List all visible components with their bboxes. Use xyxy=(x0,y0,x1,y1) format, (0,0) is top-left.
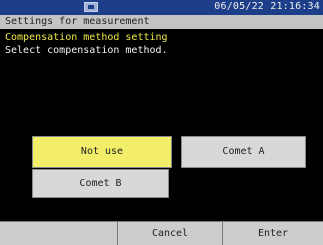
status-bar: 06/05/22 21:16:34 xyxy=(0,0,323,15)
title-bar: Settings for measurement xyxy=(0,15,323,29)
softkey-blank[interactable] xyxy=(0,222,118,245)
instruction-text: Select compensation method. xyxy=(5,45,168,56)
datetime-display: 06/05/22 21:16:34 xyxy=(214,1,320,12)
option-comet-a-button[interactable]: Comet A xyxy=(181,136,306,168)
instruction-panel: Compensation method setting Select compe… xyxy=(5,31,168,57)
cancel-button[interactable]: Cancel xyxy=(118,222,223,245)
instrument-screen: 06/05/22 21:16:34 Settings for measureme… xyxy=(0,0,323,245)
option-not-use-button[interactable]: Not use xyxy=(32,136,172,168)
memory-card-icon xyxy=(84,2,98,12)
option-comet-b-button[interactable]: Comet B xyxy=(32,169,169,198)
instruction-heading: Compensation method setting xyxy=(5,32,168,43)
enter-button[interactable]: Enter xyxy=(223,222,323,245)
page-title: Settings for measurement xyxy=(5,16,150,27)
softkey-bar: Cancel Enter xyxy=(0,221,323,245)
